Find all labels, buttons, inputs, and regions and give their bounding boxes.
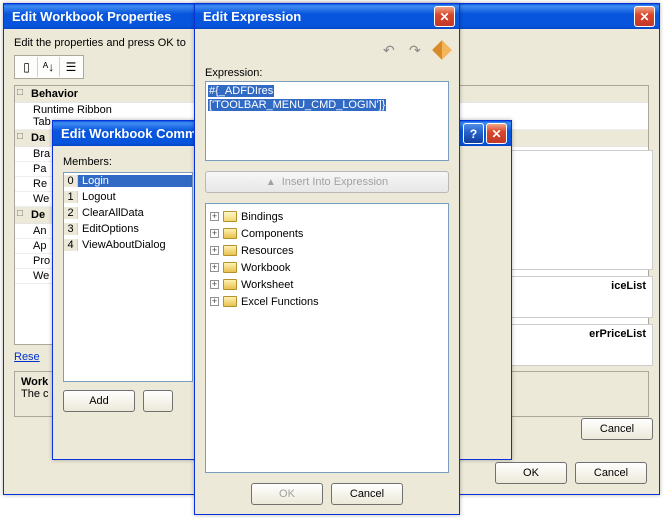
help-icon[interactable]: ? — [463, 123, 484, 144]
expression-input[interactable]: #{_ADFDIres ['TOOLBAR_MENU_CMD_LOGIN']} — [205, 81, 449, 161]
props-cancel-button[interactable]: Cancel — [575, 462, 647, 484]
redo-icon[interactable] — [409, 42, 425, 58]
list-item[interactable]: 4ViewAboutDialog — [64, 237, 192, 253]
add-button[interactable]: Add — [63, 390, 135, 412]
expression-text-line1: #{_ADFDIres — [208, 85, 274, 97]
titlebar-expr[interactable]: Edit Expression ✕ — [195, 4, 459, 29]
up-arrow-icon: ▲ — [266, 177, 276, 188]
obscured-cancel-button[interactable]: Cancel — [581, 418, 653, 440]
expand-icon[interactable]: + — [210, 263, 219, 272]
remove-button[interactable] — [143, 390, 173, 412]
expand-icon[interactable]: + — [210, 212, 219, 221]
tree-node-bindings[interactable]: +Bindings — [210, 208, 444, 225]
folder-icon — [223, 279, 237, 290]
props-ok-button[interactable]: OK — [495, 462, 567, 484]
tree-node-excel-functions[interactable]: +Excel Functions — [210, 293, 444, 310]
list-item[interactable]: 1Logout — [64, 189, 192, 205]
bindings-tree[interactable]: +Bindings +Components +Resources +Workbo… — [205, 203, 449, 473]
title-props: Edit Workbook Properties — [12, 9, 171, 24]
tree-node-worksheet[interactable]: +Worksheet — [210, 276, 444, 293]
expression-label: Expression: — [205, 67, 449, 79]
list-item[interactable]: 2ClearAllData — [64, 205, 192, 221]
edit-icon[interactable] — [432, 40, 452, 60]
title-expr: Edit Expression — [203, 9, 301, 24]
tree-node-components[interactable]: +Components — [210, 225, 444, 242]
props-toolbar: ▯ ᴬ↓ ☰ — [14, 55, 84, 79]
folder-icon — [223, 245, 237, 256]
insert-into-expression-button[interactable]: ▲ Insert Into Expression — [205, 171, 449, 193]
undo-icon[interactable] — [383, 42, 399, 58]
alpha-sort-icon[interactable]: ᴬ↓ — [38, 57, 60, 77]
close-icon[interactable]: ✕ — [486, 123, 507, 144]
folder-icon — [223, 296, 237, 307]
expand-icon[interactable]: + — [210, 246, 219, 255]
expr-ok-button[interactable]: OK — [251, 483, 323, 505]
reset-link[interactable]: Rese — [14, 351, 40, 363]
close-icon[interactable]: ✕ — [434, 6, 455, 27]
list-item[interactable]: 3EditOptions — [64, 221, 192, 237]
members-list[interactable]: 0Login 1Logout 2ClearAllData 3EditOption… — [63, 172, 193, 382]
categorized-icon[interactable]: ▯ — [16, 57, 38, 77]
folder-icon — [223, 228, 237, 239]
tree-node-workbook[interactable]: +Workbook — [210, 259, 444, 276]
folder-icon — [223, 211, 237, 222]
expression-text-line2: ['TOOLBAR_MENU_CMD_LOGIN']} — [208, 99, 386, 111]
props-icon[interactable]: ☰ — [60, 57, 82, 77]
folder-icon — [223, 262, 237, 273]
expand-icon[interactable]: + — [210, 229, 219, 238]
expr-cancel-button[interactable]: Cancel — [331, 483, 403, 505]
close-icon[interactable]: ✕ — [634, 6, 655, 27]
expand-icon[interactable]: + — [210, 280, 219, 289]
tree-node-resources[interactable]: +Resources — [210, 242, 444, 259]
title-comm: Edit Workbook Comm — [61, 126, 197, 141]
insert-label: Insert Into Expression — [282, 176, 388, 188]
expand-icon[interactable]: + — [210, 297, 219, 306]
list-item[interactable]: 0Login — [64, 173, 192, 189]
edit-expression-window: Edit Expression ✕ Expression: #{_ADFDIre… — [194, 3, 460, 515]
